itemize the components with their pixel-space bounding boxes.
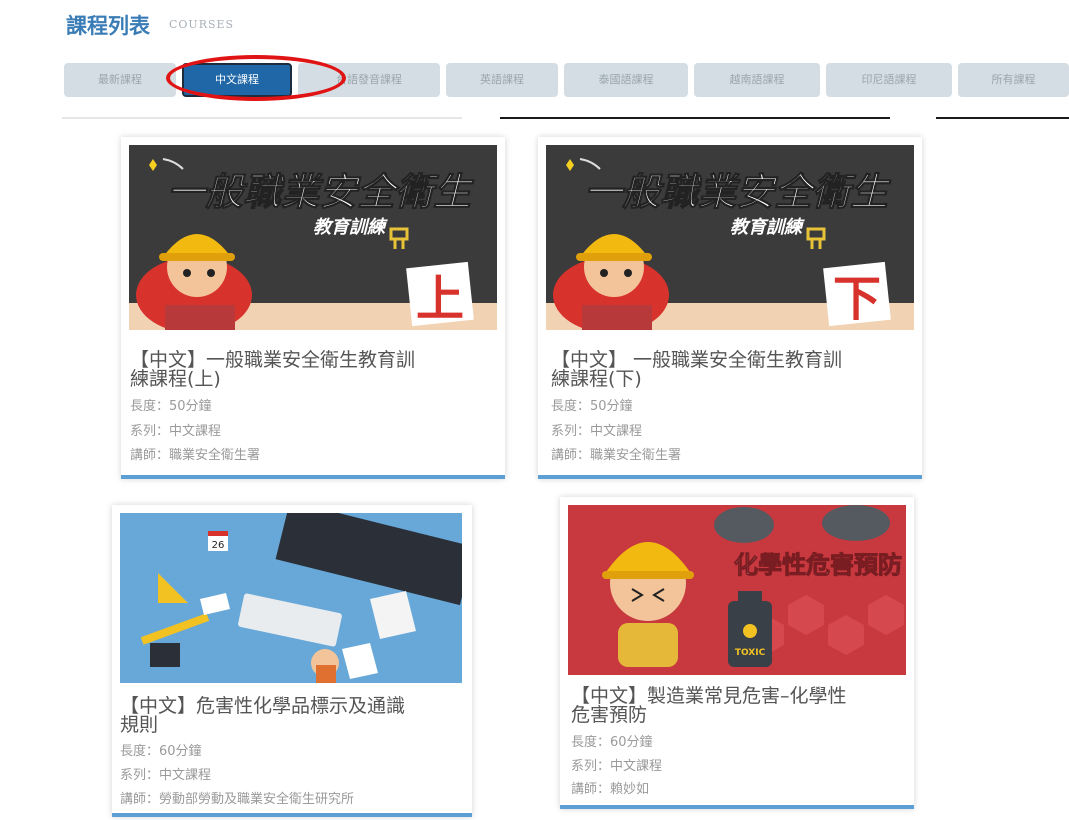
divider [62, 117, 462, 119]
course-card[interactable]: 26 【中文】危害性化學品標示及通識 規則 長度：60分鐘 系列：中文課程 講師… [112, 505, 472, 817]
tab-all[interactable]: 所有課程 [958, 63, 1069, 97]
course-title[interactable]: 【中文】危害性化學品標示及通識 [120, 697, 405, 716]
toxic-label: TOXIC [735, 648, 766, 658]
course-title-line2[interactable]: 危害預防 [571, 706, 647, 725]
tab-thai[interactable]: 泰國語課程 [564, 63, 688, 97]
course-thumbnail[interactable]: 26 [120, 513, 462, 683]
tab-latest[interactable]: 最新課程 [64, 63, 176, 97]
thumb-subheading: 教育訓練 [313, 217, 388, 238]
course-thumbnail[interactable]: 一般職業安全衛生 教育訓練 上 [129, 145, 497, 330]
page-title: 課程列表 [66, 14, 150, 38]
course-card[interactable]: 一般職業安全衛生 教育訓練 下 【中文】 一般職業安全衛生教育訓 練課程(下) … [538, 137, 922, 479]
highlight-circle [166, 55, 346, 101]
course-series: 系列：中文課程 [551, 424, 643, 439]
divider [500, 117, 890, 119]
course-length: 長度：60分鐘 [571, 735, 653, 750]
thumb-heading: 化學性危害預防 [734, 551, 902, 579]
course-thumbnail[interactable]: 一般職業安全衛生 教育訓練 下 [546, 145, 914, 330]
course-card[interactable]: 化學性危害預防 TOXIC 【中文】製造業常見危害–化學性 危害預防 長度：60… [560, 497, 914, 809]
thumb-heading: 一般職業安全衛生 [167, 170, 475, 214]
course-card[interactable]: 一般職業安全衛生 教育訓練 上 【中文】一般職業安全衛生教育訓 練課程(上) 長… [121, 137, 505, 479]
thumb-badge: 下 [833, 271, 881, 327]
thumb-subheading: 教育訓練 [730, 217, 805, 238]
tab-vietnamese[interactable]: 越南語課程 [694, 63, 820, 97]
course-teacher: 講師：職業安全衛生署 [130, 448, 261, 463]
course-series: 系列：中文課程 [130, 424, 222, 439]
page-subtitle: COURSES [169, 18, 235, 31]
course-teacher: 講師：賴妙如 [571, 782, 650, 797]
divider [936, 117, 1069, 119]
course-series: 系列：中文課程 [120, 768, 212, 783]
course-thumbnail[interactable]: 化學性危害預防 TOXIC [568, 505, 906, 675]
course-title-line2[interactable]: 規則 [120, 716, 158, 735]
calendar-icon: 26 [212, 540, 225, 551]
course-teacher: 講師：勞動部勞動及職業安全衛生研究所 [120, 792, 355, 807]
course-title-line2[interactable]: 練課程(上) [130, 370, 221, 389]
thumb-heading: 一般職業安全衛生 [584, 170, 892, 214]
course-length: 長度：60分鐘 [120, 744, 202, 759]
course-length: 長度：50分鐘 [130, 399, 212, 414]
tab-english[interactable]: 英語課程 [446, 63, 558, 97]
course-length: 長度：50分鐘 [551, 399, 633, 414]
course-series: 系列：中文課程 [571, 759, 663, 774]
tab-indonesian[interactable]: 印尼語課程 [826, 63, 952, 97]
course-teacher: 講師：職業安全衛生署 [551, 448, 682, 463]
course-title-line2[interactable]: 練課程(下) [551, 370, 642, 389]
thumb-badge: 上 [416, 271, 464, 327]
